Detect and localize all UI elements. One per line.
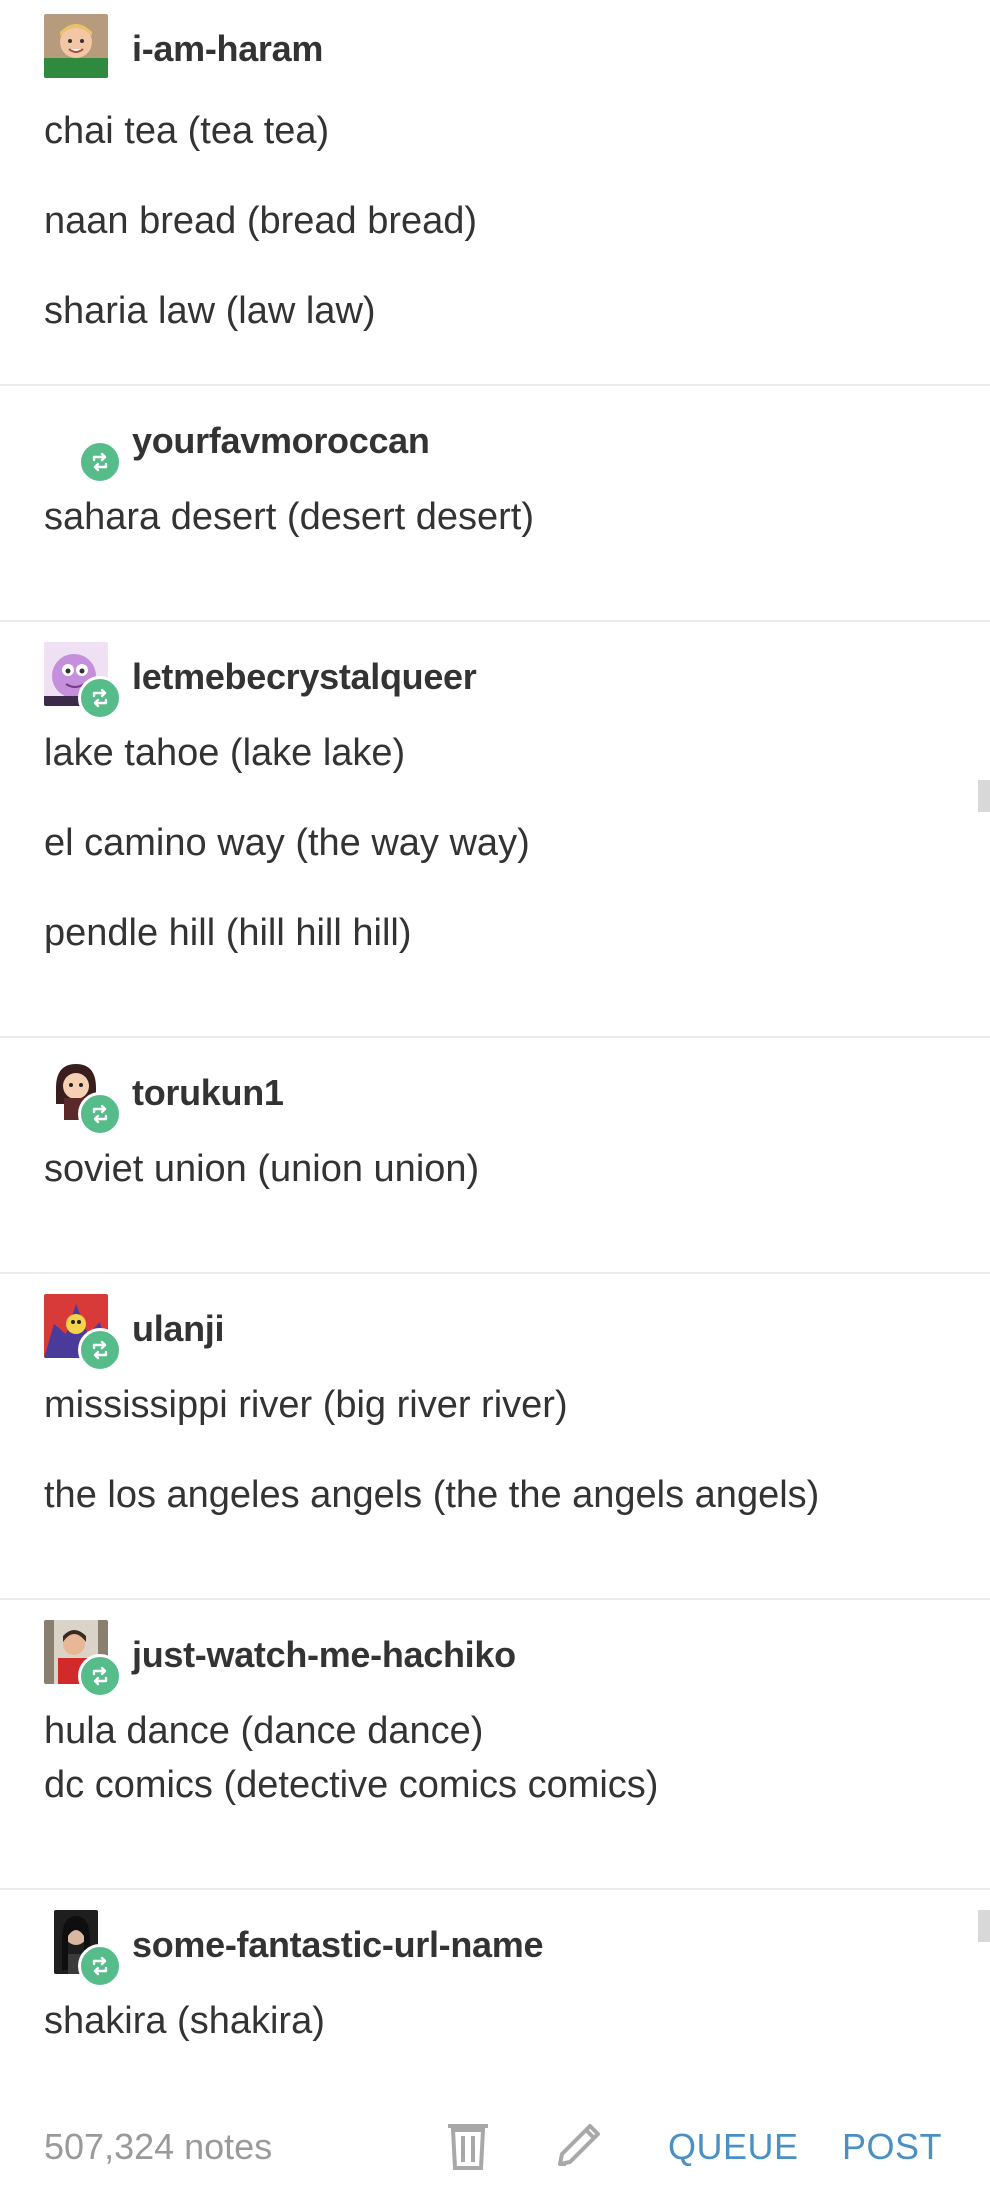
post-line: the los angeles angels (the the angels a… — [44, 1474, 820, 1516]
username[interactable]: ulanji — [132, 1308, 225, 1350]
post-line: hula dance (dance dance) — [44, 1710, 484, 1752]
scroll-indicator — [978, 1910, 990, 1942]
post-header: letmebecrystalqueer — [44, 642, 944, 720]
post-block: ulanji mississippi river (big river rive… — [0, 1274, 990, 1600]
post-line: sharia law (law law) — [44, 290, 376, 332]
reblog-icon — [92, 1104, 108, 1124]
post-header: just-watch-me-hachiko — [44, 1620, 944, 1698]
reblog-icon — [92, 452, 108, 472]
post-line: el camino way (the way way) — [44, 822, 530, 864]
reblog-badge — [78, 1944, 122, 1988]
reblog-icon — [92, 1340, 108, 1360]
post-line: shakira (shakira) — [44, 2000, 325, 2042]
queue-button[interactable]: QUEUE — [668, 2126, 799, 2168]
post-line: sahara desert (desert desert) — [44, 496, 535, 538]
post-block: yourfavmoroccan sahara desert (desert de… — [0, 386, 990, 622]
post-line: soviet union (union union) — [44, 1148, 480, 1190]
pencil-icon[interactable] — [552, 2118, 606, 2179]
avatar[interactable] — [44, 14, 108, 78]
trash-icon[interactable] — [444, 2118, 492, 2179]
reblog-icon — [92, 688, 108, 708]
username[interactable]: some-fantastic-url-name — [132, 1924, 544, 1966]
username[interactable]: letmebecrystalqueer — [132, 656, 477, 698]
post-header: yourfavmoroccan — [44, 406, 944, 484]
reblog-icon — [92, 1666, 108, 1686]
username[interactable]: yourfavmoroccan — [132, 420, 430, 462]
post-line: naan bread (bread bread) — [44, 200, 478, 242]
post-block: letmebecrystalqueer lake tahoe (lake lak… — [0, 622, 990, 1038]
notes-count[interactable]: 507,324 notes — [44, 2126, 272, 2168]
post-line: mississippi river (big river river) — [44, 1384, 568, 1426]
post-header: torukun1 — [44, 1058, 944, 1136]
post-block: some-fantastic-url-name shakira (shakira… — [0, 1890, 990, 2082]
avatar-wrap[interactable] — [44, 1058, 122, 1136]
reblog-badge — [78, 1654, 122, 1698]
reblog-badge — [78, 676, 122, 720]
post-line: chai tea (tea tea) — [44, 110, 330, 152]
avatar-wrap[interactable] — [44, 642, 122, 720]
reblog-icon — [92, 1956, 108, 1976]
username[interactable]: i-am-haram — [132, 28, 323, 70]
post-block: i-am-haram chai tea (tea tea) naan bread… — [0, 0, 990, 386]
post-footer: 507,324 notes QUEUE POST — [0, 2100, 990, 2198]
username[interactable]: just-watch-me-hachiko — [132, 1634, 516, 1676]
post-button[interactable]: POST — [842, 2126, 942, 2168]
avatar-wrap[interactable] — [44, 1620, 122, 1698]
scroll-indicator — [978, 780, 990, 812]
post-block: just-watch-me-hachiko hula dance (dance … — [0, 1600, 990, 1890]
avatar-wrap[interactable] — [44, 406, 122, 484]
post-header: i-am-haram — [44, 14, 944, 82]
post-line: pendle hill (hill hill hill) — [44, 912, 412, 954]
post-header: some-fantastic-url-name — [44, 1910, 944, 1988]
reblog-badge — [78, 1092, 122, 1136]
reblog-thread: i-am-haram chai tea (tea tea) naan bread… — [0, 0, 990, 2082]
reblog-badge — [78, 1328, 122, 1372]
avatar-wrap[interactable] — [44, 14, 110, 80]
avatar-wrap[interactable] — [44, 1294, 122, 1372]
post-block: torukun1 soviet union (union union) — [0, 1038, 990, 1274]
post-line: dc comics (detective comics comics) — [44, 1764, 659, 1806]
post-header: ulanji — [44, 1294, 944, 1372]
avatar-wrap[interactable] — [44, 1910, 122, 1988]
username[interactable]: torukun1 — [132, 1072, 284, 1114]
reblog-badge — [78, 440, 122, 484]
post-line: lake tahoe (lake lake) — [44, 732, 406, 774]
